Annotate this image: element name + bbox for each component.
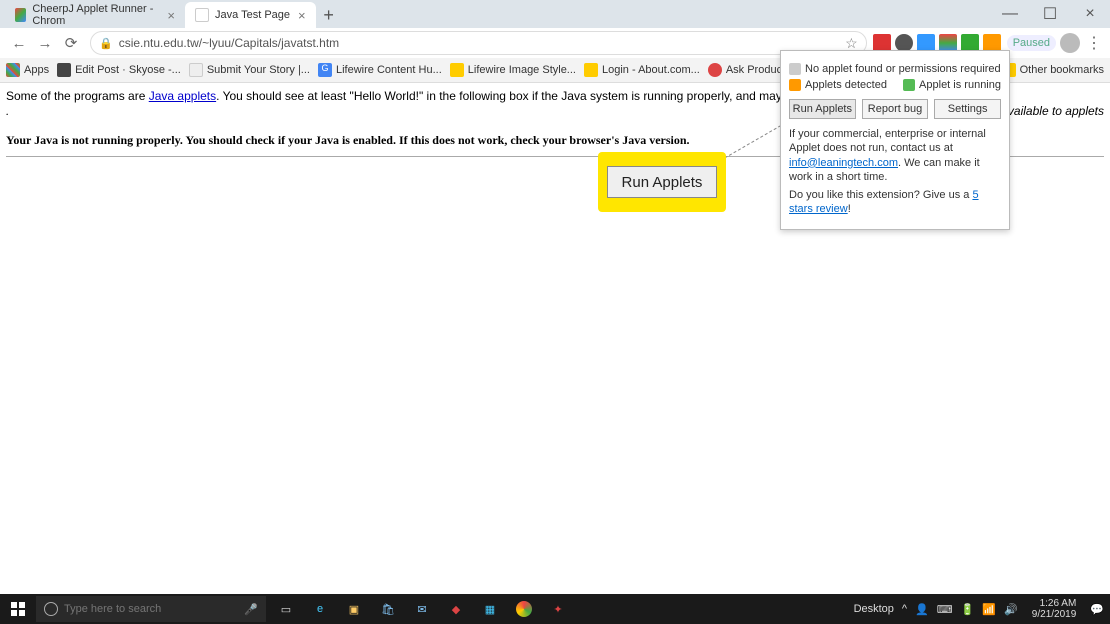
java-applets-link[interactable]: Java applets (149, 89, 216, 103)
bookmark-star-icon[interactable]: ☆ (845, 35, 858, 52)
notifications-icon[interactable]: 💬 (1090, 603, 1104, 616)
start-button[interactable] (0, 594, 36, 624)
mail-icon[interactable]: ✉ (408, 595, 436, 623)
explorer-icon[interactable]: ▣ (340, 595, 368, 623)
forward-button[interactable]: → (32, 30, 58, 56)
popup-message-1: If your commercial, enterprise or intern… (789, 127, 1001, 184)
bookmark-item[interactable]: GLifewire Content Hu... (318, 63, 442, 77)
contact-email-link[interactable]: info@leaningtech.com (789, 157, 898, 169)
url-text: csie.ntu.edu.tw/~lyuu/Capitals/javatst.h… (119, 36, 339, 50)
task-icons: ▭ e ▣ 🛍 ✉ ◆ ▦ ✦ (272, 595, 572, 623)
tab-bar: CheerpJ Applet Runner - Chrom × Java Tes… (0, 0, 1110, 28)
bookmark-icon (189, 63, 203, 77)
bookmark-icon (708, 63, 722, 77)
windows-icon (11, 602, 25, 616)
status-row-none: No applet found or permissions required (789, 63, 1001, 75)
profile-avatar[interactable] (1060, 33, 1080, 53)
callout-highlight: Run Applets (598, 152, 726, 212)
tab-java-test[interactable]: Java Test Page × (185, 2, 316, 28)
bookmark-icon: G (318, 63, 332, 77)
tray-icon[interactable]: ⌨ (937, 603, 953, 616)
edge-icon[interactable]: e (306, 595, 334, 623)
bookmark-icon (584, 63, 598, 77)
system-tray: Desktop ^ 👤 ⌨ 🔋 📶 🔊 1:26 AM 9/21/2019 💬 (854, 598, 1110, 620)
chrome-menu-button[interactable]: ⋮ (1084, 33, 1104, 53)
people-icon[interactable]: 👤 (915, 603, 929, 616)
desktop-label[interactable]: Desktop (854, 603, 894, 615)
volume-icon[interactable]: 🔊 (1004, 603, 1018, 616)
apps-icon (6, 63, 20, 77)
cortana-icon (44, 602, 58, 616)
back-button[interactable]: ← (6, 30, 32, 56)
status-icon (903, 79, 915, 91)
settings-button[interactable]: Settings (934, 99, 1001, 119)
status-icon (789, 63, 801, 75)
favicon-icon (15, 8, 26, 22)
popup-message-2: Do you like this extension? Give us a 5 … (789, 188, 1001, 217)
bookmark-icon (450, 63, 464, 77)
wifi-icon[interactable]: 📶 (982, 603, 996, 616)
bookmark-icon (57, 63, 71, 77)
status-row-combined: Applets detected Applet is running (789, 79, 1001, 91)
store-icon[interactable]: 🛍 (374, 595, 402, 623)
clock[interactable]: 1:26 AM 9/21/2019 (1026, 598, 1083, 620)
new-tab-button[interactable]: + (316, 2, 342, 28)
app-icon[interactable]: ◆ (442, 595, 470, 623)
cheerpj-popup: No applet found or permissions required … (780, 50, 1010, 230)
mic-icon[interactable]: 🎤 (244, 603, 258, 616)
windows-taskbar: 🎤 ▭ e ▣ 🛍 ✉ ◆ ▦ ✦ Desktop ^ 👤 ⌨ 🔋 📶 🔊 1:… (0, 594, 1110, 624)
taskbar-search[interactable]: 🎤 (36, 596, 266, 622)
bookmark-item[interactable]: Lifewire Image Style... (450, 63, 576, 77)
bookmark-item[interactable]: Edit Post · Skyose -... (57, 63, 181, 77)
favicon-icon (195, 8, 209, 22)
bookmark-item[interactable]: Login - About.com... (584, 63, 700, 77)
reload-button[interactable]: ⟳ (58, 30, 84, 56)
close-icon[interactable]: × (298, 8, 306, 23)
tab-cheerpj[interactable]: CheerpJ Applet Runner - Chrom × (5, 2, 185, 28)
run-applets-button[interactable]: Run Applets (789, 99, 856, 119)
battery-icon[interactable]: 🔋 (961, 603, 975, 616)
status-icon (789, 79, 801, 91)
maximize-button[interactable]: ☐ (1030, 0, 1070, 28)
bookmark-item[interactable]: Submit Your Story |... (189, 63, 310, 77)
window-controls: — ☐ × (990, 0, 1110, 28)
close-window-button[interactable]: × (1070, 0, 1110, 28)
tab-title: CheerpJ Applet Runner - Chrom (32, 3, 159, 27)
other-bookmarks[interactable]: Other bookmarks (1002, 63, 1104, 77)
apps-button[interactable]: Apps (6, 63, 49, 77)
lock-icon: 🔒 (99, 37, 113, 50)
search-input[interactable] (64, 603, 238, 615)
app-icon[interactable]: ▦ (476, 595, 504, 623)
url-field[interactable]: 🔒 csie.ntu.edu.tw/~lyuu/Capitals/javatst… (90, 31, 867, 55)
report-bug-button[interactable]: Report bug (862, 99, 929, 119)
paused-badge[interactable]: Paused (1007, 35, 1056, 51)
minimize-button[interactable]: — (990, 0, 1030, 28)
tray-chevron-icon[interactable]: ^ (902, 603, 907, 615)
chrome-icon[interactable] (510, 595, 538, 623)
run-applets-button-callout: Run Applets (607, 166, 717, 198)
app-icon[interactable]: ✦ (544, 595, 572, 623)
close-icon[interactable]: × (167, 8, 175, 23)
task-view-button[interactable]: ▭ (272, 595, 300, 623)
tab-title: Java Test Page (215, 9, 290, 21)
popup-button-row: Run Applets Report bug Settings (789, 99, 1001, 119)
